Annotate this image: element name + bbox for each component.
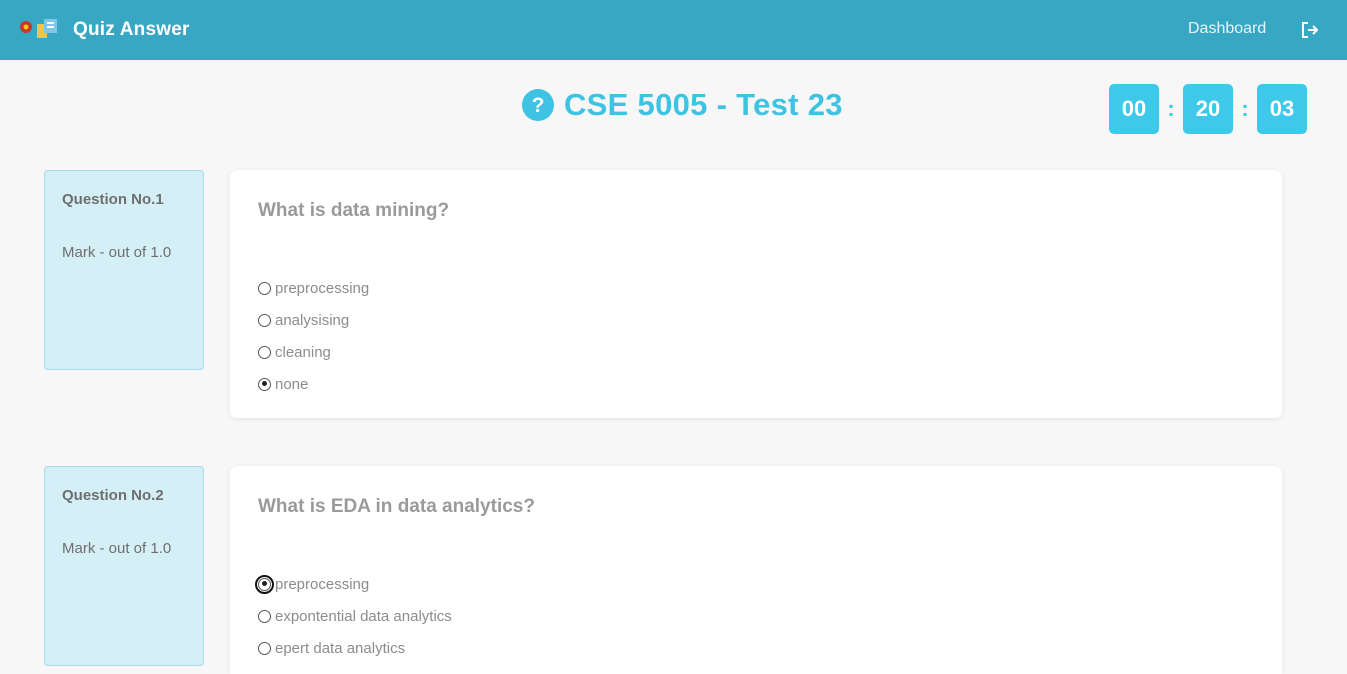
radio-button[interactable]: [258, 281, 271, 295]
question-circle-icon: ?: [522, 89, 554, 121]
option-label: epert data analytics: [275, 639, 406, 657]
answer-option[interactable]: preprocessing: [255, 568, 1254, 600]
question-mark: Mark - out of 1.0: [62, 540, 172, 557]
answer-option[interactable]: none: [258, 664, 1254, 674]
answer-option[interactable]: none: [258, 368, 1254, 400]
question-info-panel: Question No.1 Mark - out of 1.0: [44, 170, 204, 370]
timer-minutes: 20: [1183, 84, 1233, 134]
question-mark: Mark - out of 1.0: [62, 244, 172, 261]
countdown-timer: 00 : 20 : 03: [1109, 84, 1307, 134]
answer-option[interactable]: preprocessing: [258, 272, 1254, 304]
radio-button[interactable]: [258, 641, 271, 655]
question-card: What is data mining? preprocessing analy…: [230, 170, 1282, 418]
quiz-title-wrap: ? CSE 5005 - Test 23: [522, 86, 843, 124]
brand[interactable]: Quiz Answer: [18, 16, 190, 44]
answer-option[interactable]: epert data analytics: [258, 632, 1254, 664]
radio-button[interactable]: [258, 345, 271, 359]
answer-option[interactable]: expontential data analytics: [258, 600, 1254, 632]
nav-dashboard-link[interactable]: Dashboard: [1188, 20, 1266, 38]
radio-button-selected[interactable]: [258, 377, 271, 391]
svg-text:?: ?: [532, 94, 545, 117]
app-name: Quiz Answer: [73, 19, 190, 40]
timer-hours: 00: [1109, 84, 1159, 134]
question-text: What is data mining?: [258, 200, 450, 221]
option-label: preprocessing: [275, 575, 370, 593]
option-label: analysising: [275, 311, 350, 329]
answer-options: preprocessing analysising cleaning none: [258, 272, 1254, 400]
radio-button[interactable]: [258, 313, 271, 327]
option-label: none: [275, 375, 309, 393]
answer-option[interactable]: analysising: [258, 304, 1254, 336]
answer-option[interactable]: cleaning: [258, 336, 1254, 368]
question-number: Question No.2: [62, 487, 164, 504]
top-navbar: Quiz Answer Dashboard: [0, 0, 1347, 60]
sign-out-icon[interactable]: [1300, 20, 1320, 40]
quiz-title: CSE 5005 - Test 23: [564, 87, 843, 122]
question-number: Question No.1: [62, 191, 164, 208]
option-label: cleaning: [275, 343, 331, 361]
answer-options: preprocessing expontential data analytic…: [255, 568, 1254, 674]
quiz-logo-icon: [20, 19, 57, 38]
option-label: expontential data analytics: [275, 607, 452, 625]
radio-button-selected[interactable]: [255, 574, 274, 594]
question-text: What is EDA in data analytics?: [258, 496, 535, 517]
radio-button[interactable]: [258, 609, 271, 623]
timer-separator: :: [1167, 96, 1175, 121]
option-label: preprocessing: [275, 279, 370, 297]
question-card: What is EDA in data analytics? preproces…: [230, 466, 1282, 674]
timer-seconds: 03: [1257, 84, 1307, 134]
question-info-panel: Question No.2 Mark - out of 1.0: [44, 466, 204, 666]
timer-separator: :: [1241, 96, 1249, 121]
